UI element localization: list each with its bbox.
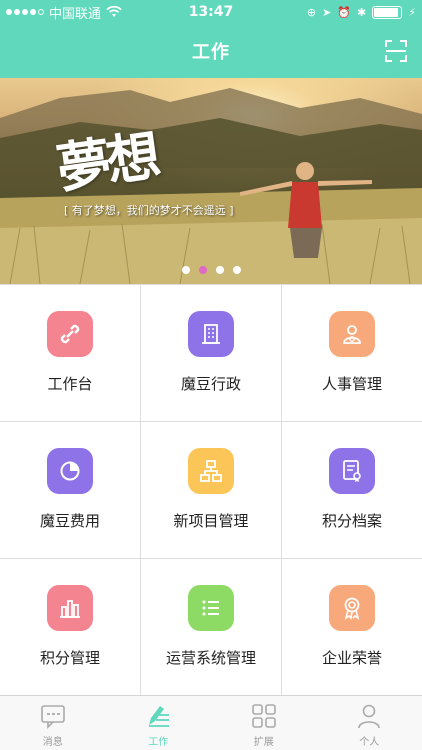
grid-item-label: 企业荣誉 (321, 649, 382, 667)
nav-bar: 工作 (0, 24, 422, 78)
person-icon (329, 311, 375, 357)
org-chart-icon (188, 448, 234, 494)
grid-item-label: 工作台 (47, 375, 93, 393)
grid-item-label: 积分档案 (321, 512, 382, 530)
pie-chart-icon (47, 448, 93, 494)
battery-icon (372, 5, 403, 19)
message-icon (40, 705, 65, 729)
grid-item[interactable]: 积分档案 (282, 422, 422, 558)
grid-item[interactable]: 人事管理 (282, 285, 422, 421)
bar-chart-icon (47, 585, 93, 631)
carrier-label: 中国联通 (49, 6, 102, 22)
tab-extensions[interactable]: 扩展 (211, 696, 317, 750)
tab-label: 个人 (359, 737, 380, 748)
grid-item[interactable]: 运营系统管理 (141, 559, 281, 695)
grid-item[interactable]: 魔豆费用 (0, 422, 140, 558)
bluetooth-icon: ✱ (357, 5, 367, 19)
scan-icon[interactable] (384, 39, 408, 63)
grid-item[interactable]: 魔豆行政 (141, 285, 281, 421)
list-icon (188, 585, 234, 631)
pager-dot[interactable] (215, 266, 224, 274)
pager-dot[interactable] (181, 266, 190, 274)
function-grid: 工作台 魔豆行政 人事管理魔豆费用 新项目管理 积分档案积分管理 运营系统管理 企业荣誉 (0, 284, 422, 695)
certificate-icon (329, 448, 375, 494)
building-icon (188, 311, 234, 357)
banner-carousel[interactable]: 夢想 [ 有了梦想，我们的梦才不会遥远 ] (0, 78, 422, 284)
apps-icon (251, 704, 276, 728)
carousel-pager (0, 266, 422, 274)
signal-icon (6, 9, 44, 15)
grid-item-label: 运营系统管理 (165, 649, 256, 667)
pager-dot[interactable] (198, 266, 207, 274)
location-icon: ➤ (322, 5, 332, 19)
alarm-icon: ⏰ (337, 5, 352, 19)
rotation-lock-icon: ⊕ (306, 5, 317, 19)
banner-calligraphy: 夢想 (52, 123, 161, 201)
pager-dot[interactable] (232, 266, 241, 274)
grid-item[interactable]: 新项目管理 (141, 422, 281, 558)
pen-icon (149, 706, 170, 727)
user-icon (358, 704, 381, 729)
page-title: 工作 (192, 42, 230, 63)
status-time: 13:47 (188, 4, 234, 20)
tab-messages[interactable]: 消息 (0, 696, 106, 750)
grid-item-label: 魔豆费用 (39, 512, 100, 530)
medal-icon (329, 585, 375, 631)
grid-item-label: 人事管理 (321, 375, 382, 393)
grid-item-label: 新项目管理 (173, 512, 249, 530)
wifi-icon (106, 6, 122, 17)
status-bar: 中国联通 13:47 ⊕ ➤ ⏰ ✱ ⚡ (0, 0, 422, 24)
tab-work[interactable]: 工作 (106, 696, 212, 750)
tab-label: 工作 (148, 737, 169, 748)
tab-profile[interactable]: 个人 (317, 696, 422, 750)
tab-bar: 消息 工作 扩展 个人 (0, 695, 422, 750)
grid-item-label: 积分管理 (39, 649, 100, 667)
grid-item[interactable]: 工作台 (0, 285, 140, 421)
link-icon (47, 311, 93, 357)
grid-item[interactable]: 积分管理 (0, 559, 140, 695)
charging-icon: ⚡ (408, 5, 416, 19)
tab-label: 消息 (42, 737, 63, 748)
grid-item-label: 魔豆行政 (180, 375, 241, 393)
banner-tagline: [ 有了梦想，我们的梦才不会遥远 ] (64, 204, 234, 217)
grid-item[interactable]: 企业荣誉 (282, 559, 422, 695)
tab-label: 扩展 (253, 737, 274, 748)
